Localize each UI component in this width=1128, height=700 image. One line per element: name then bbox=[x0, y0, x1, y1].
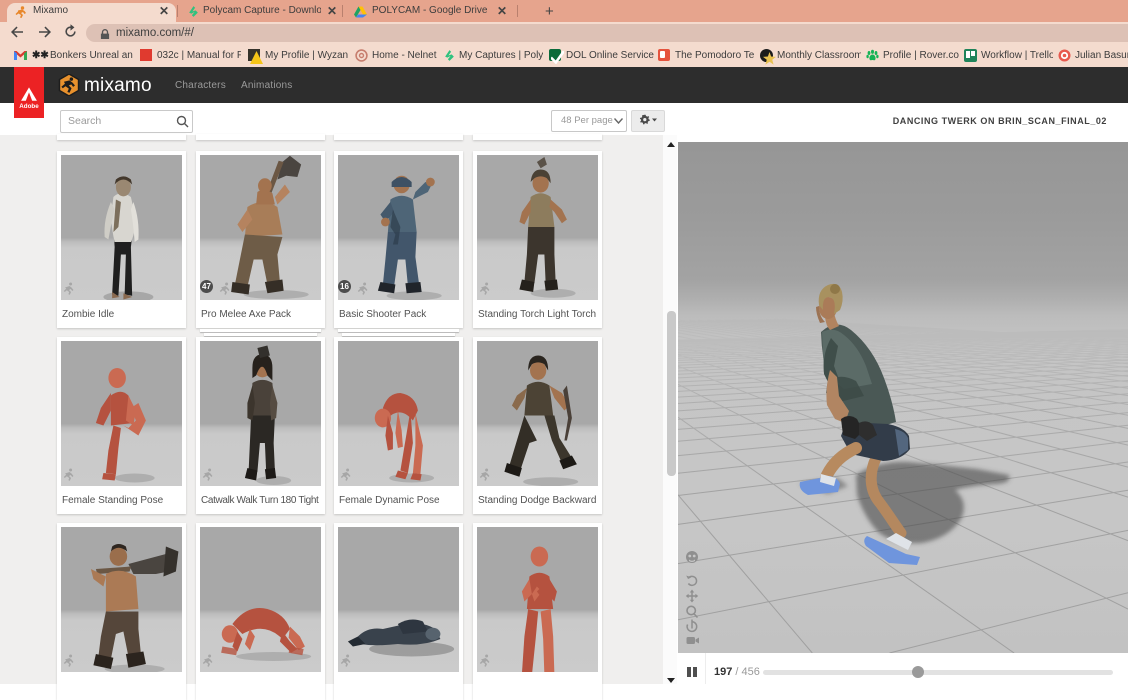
svg-text:Adobe: Adobe bbox=[19, 103, 39, 110]
